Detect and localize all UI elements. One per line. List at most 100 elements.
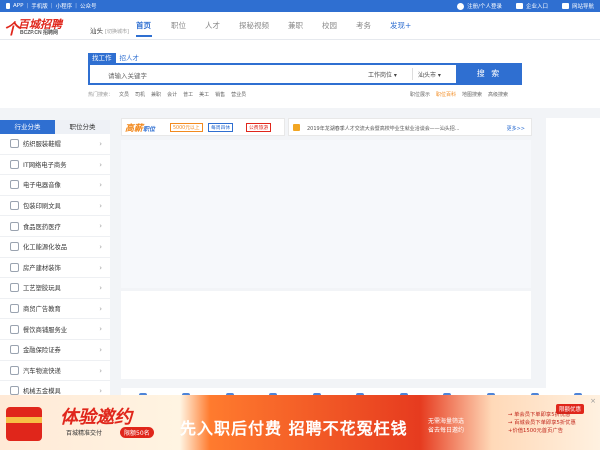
nav-campus[interactable]: 校园 <box>322 20 337 37</box>
category-item[interactable]: 化工能源化妆品 › <box>0 237 110 258</box>
category-item[interactable]: 汽车物流快递 › <box>0 361 110 382</box>
search-section: 找工作 招人才 请输入关键字 工作岗位 ▾ 汕头市 ▾ 搜 索 热门搜索： 文员… <box>0 40 600 108</box>
nav-discover[interactable]: 发现+ <box>390 20 411 37</box>
category-item[interactable]: 食品医药医疗 › <box>0 216 110 237</box>
promo-banner[interactable]: 体验邀约 百城精准交付 限额50名 先入职后付费 招聘不花冤枉钱 无需海量筛选省… <box>0 395 600 450</box>
hot-item[interactable]: 销售 <box>215 91 225 98</box>
close-icon[interactable]: × <box>590 397 596 405</box>
category-item[interactable]: 金融保险证券 › <box>0 340 110 361</box>
chevron-right-icon: › <box>99 242 102 251</box>
category-label: 房产建材装饰 <box>23 264 61 272</box>
job-wiki-link[interactable]: 职位百科 <box>436 91 456 98</box>
category-label: 餐饮商铺服务业 <box>23 326 68 334</box>
category-item[interactable]: 包装印刷文具 › <box>0 196 110 217</box>
category-label: 工艺塑胶玩具 <box>23 285 61 293</box>
chevron-right-icon: › <box>99 387 102 396</box>
category-label: 包装印刷文具 <box>23 203 61 211</box>
phone-icon <box>6 3 10 9</box>
category-icon <box>10 324 19 334</box>
search-button[interactable]: 搜 索 <box>456 63 522 85</box>
notice-bar: 2019年龙湖春季人才交流大会暨高校毕业生就业洽谈会——汕头招... 更多>> <box>288 118 532 136</box>
enterprise-icon <box>515 3 523 9</box>
category-label: 商贸广告教育 <box>23 306 61 314</box>
promo-slogan: 先入职后付费 招聘不花冤枉钱 <box>180 419 408 438</box>
category-icon <box>10 242 19 252</box>
category-icon <box>10 283 19 293</box>
advanced-search-link[interactable]: 高级搜索 <box>488 91 508 98</box>
nav-home[interactable]: 首页 <box>136 20 152 37</box>
map-search-link[interactable]: 地图搜索 <box>462 91 482 98</box>
main-nav: 首页 职位 人才 探秘视频 兼职 校园 考务 发现+ <box>136 20 430 37</box>
job-showcase-link[interactable]: 职位展示 <box>410 91 430 98</box>
header: 个 百城招聘 BCZP.CN 招聘网 汕头 [切换城市] 首页 职位 人才 探秘视… <box>0 12 600 40</box>
city-selector[interactable]: 汕头 [切换城市] <box>90 25 129 35</box>
chevron-right-icon: › <box>99 181 102 190</box>
tab-position[interactable]: 职位分类 <box>55 120 110 134</box>
nav-talent[interactable]: 人才 <box>205 20 220 37</box>
content-panel <box>121 140 531 288</box>
category-sidebar: 行业分类 职位分类 纺织服装鞋帽 › IT网络电子商务 › 电子电器音像 › 包装印刷文具 ›… <box>0 120 110 402</box>
nav-part-time[interactable]: 兼职 <box>288 20 303 37</box>
mini-program-link[interactable]: 小程序 <box>56 2 73 10</box>
category-label: 金融保险证券 <box>23 347 61 355</box>
category-item[interactable]: 房产建材装饰 › <box>0 258 110 279</box>
category-icon <box>10 221 19 231</box>
category-label: IT网络电子商务 <box>23 161 67 169</box>
job-type-select[interactable]: 工作岗位 ▾ <box>368 70 397 79</box>
promo-title: 体验邀约 <box>60 407 132 428</box>
nav-exam[interactable]: 考务 <box>356 20 371 37</box>
category-item[interactable]: IT网络电子商务 › <box>0 155 110 176</box>
content-panel-2 <box>121 291 531 379</box>
category-item[interactable]: 电子电器音像 › <box>0 175 110 196</box>
chevron-right-icon: › <box>99 140 102 148</box>
app-link[interactable]: APP <box>13 3 23 9</box>
search-input[interactable]: 请输入关键字 <box>108 70 147 80</box>
category-label: 电子电器音像 <box>23 182 61 190</box>
category-icon <box>10 159 19 169</box>
more-link[interactable]: 更多>> <box>507 125 525 132</box>
category-item[interactable]: 工艺塑胶玩具 › <box>0 278 110 299</box>
category-item[interactable]: 餐饮商铺服务业 › <box>0 319 110 340</box>
chevron-right-icon: › <box>99 325 102 334</box>
mobile-link[interactable]: 手机版 <box>31 2 48 10</box>
top-bar: APP | 手机版 | 小程序 | 公众号 注册/个人登录 企业入口 网站导航 <box>0 0 600 12</box>
chevron-right-icon: › <box>99 222 102 231</box>
chevron-right-icon: › <box>99 304 102 313</box>
category-item[interactable]: 商贸广告教育 › <box>0 299 110 320</box>
site-nav-link[interactable]: 网站导航 <box>561 2 594 10</box>
search-box: 请输入关键字 工作岗位 ▾ 汕头市 ▾ 搜 索 <box>88 63 522 85</box>
hot-item[interactable]: 文员 <box>119 91 129 98</box>
search-tools: 职位展示 职位百科 地图搜索 高级搜索 <box>410 91 508 98</box>
category-icon <box>10 304 19 314</box>
logo[interactable]: 个 百城招聘 BCZP.CN 招聘网 <box>4 16 84 38</box>
hot-item[interactable]: 会计 <box>167 91 177 98</box>
category-icon <box>10 345 19 355</box>
category-icon <box>10 365 19 375</box>
chevron-right-icon: › <box>99 284 102 293</box>
speaker-icon <box>293 124 300 131</box>
hot-item[interactable]: 美工 <box>199 91 209 98</box>
tab-industry[interactable]: 行业分类 <box>0 120 55 134</box>
user-icon <box>457 2 465 10</box>
high-salary-banner[interactable]: 高薪职位 5000元以上 每周四休 公费旅游 <box>121 118 285 136</box>
official-account-link[interactable]: 公众号 <box>80 2 97 10</box>
hot-item[interactable]: 营业员 <box>231 91 246 98</box>
nav-jobs[interactable]: 职位 <box>171 20 186 37</box>
chevron-right-icon: › <box>99 345 102 354</box>
nav-explore-video[interactable]: 探秘视频 <box>239 20 269 37</box>
chevron-right-icon: › <box>99 201 102 210</box>
chevron-right-icon: › <box>99 366 102 375</box>
notice-text[interactable]: 2019年龙湖春季人才交流大会暨高校毕业生就业洽谈会——汕头招... <box>307 125 460 132</box>
city-select[interactable]: 汕头市 ▾ <box>418 70 441 79</box>
right-ad <box>546 118 600 398</box>
category-item[interactable]: 纺织服装鞋帽 › <box>0 134 110 155</box>
hot-item[interactable]: 司机 <box>135 91 145 98</box>
hot-item[interactable]: 兼职 <box>151 91 161 98</box>
tab-find-talent[interactable]: 招人才 <box>116 53 144 63</box>
hot-item[interactable]: 普工 <box>183 91 193 98</box>
enterprise-link[interactable]: 企业入口 <box>515 2 548 10</box>
login-link[interactable]: 注册/个人登录 <box>457 2 502 10</box>
category-label: 汽车物流快递 <box>23 367 61 375</box>
category-icon <box>10 262 19 272</box>
tab-find-job[interactable]: 找工作 <box>88 53 116 63</box>
